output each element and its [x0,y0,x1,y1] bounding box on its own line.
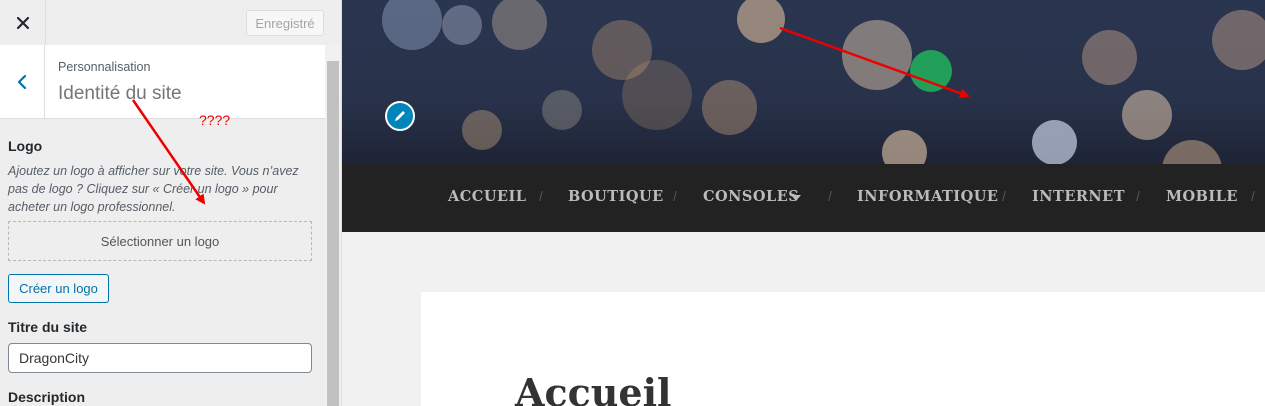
scrollbar-thumb[interactable] [327,61,339,406]
select-logo-button[interactable]: Sélectionner un logo [8,221,312,261]
bokeh-light [910,50,952,92]
header-image [342,0,1265,164]
bokeh-light [462,110,502,150]
primary-navigation: ACCUEIL / BOUTIQUE / CONSOLES / INFORMAT… [342,164,1265,232]
customizer-sidebar: Enregistré Personnalisation Identité du … [0,0,342,406]
bokeh-light [492,0,547,50]
page-title: Accueil [515,370,672,406]
bokeh-light [842,20,912,90]
edit-shortcut-button[interactable] [385,101,415,131]
nav-item-informatique[interactable]: INFORMATIQUE [857,188,998,205]
close-icon [16,16,29,29]
bokeh-light [882,130,927,164]
bokeh-light [382,0,442,50]
section-title: Identité du site [58,83,182,104]
bokeh-light [702,80,757,135]
pencil-icon [395,111,405,121]
bokeh-light [737,0,785,43]
bokeh-light [442,5,482,45]
page-content: Accueil [421,292,1265,406]
saved-button[interactable]: Enregistré [246,10,324,36]
nav-item-mobile[interactable]: MOBILE [1166,188,1238,205]
breadcrumb: Personnalisation [58,60,151,74]
back-button[interactable] [0,45,45,118]
nav-separator: / [828,188,832,204]
nav-separator: / [1002,188,1006,204]
description-label: Description [8,389,86,405]
create-logo-button[interactable]: Créer un logo [8,274,109,303]
bokeh-light [1082,30,1137,85]
nav-separator: / [673,188,677,204]
nav-item-internet[interactable]: INTERNET [1032,188,1125,205]
bokeh-light [1162,140,1222,164]
site-title-input[interactable]: DragonCity [8,343,312,373]
section-header: Personnalisation Identité du site [0,45,325,119]
logo-label: Logo [8,138,43,154]
bokeh-light [1212,10,1265,70]
nav-separator: / [1251,188,1255,204]
caret-down-icon [791,195,801,201]
close-button[interactable] [0,0,46,45]
bokeh-light [622,60,692,130]
bokeh-light [1032,120,1077,164]
nav-item-boutique[interactable]: BOUTIQUE [568,188,664,205]
sidebar-scrollbar[interactable] [325,45,341,406]
bokeh-light [542,90,582,130]
logo-description: Ajoutez un logo à afficher sur votre sit… [8,164,299,214]
nav-item-consoles[interactable]: CONSOLES [703,188,799,205]
nav-separator: / [1136,188,1140,204]
bokeh-light [1122,90,1172,140]
nav-separator: / [539,188,543,204]
site-title-label: Titre du site [8,319,88,335]
site-preview: ACCUEIL / BOUTIQUE / CONSOLES / INFORMAT… [342,0,1265,406]
annotation-text: ???? [199,112,231,128]
customizer-header: Enregistré [0,0,341,46]
nav-item-accueil[interactable]: ACCUEIL [448,188,527,205]
chevron-left-icon [17,74,27,89]
